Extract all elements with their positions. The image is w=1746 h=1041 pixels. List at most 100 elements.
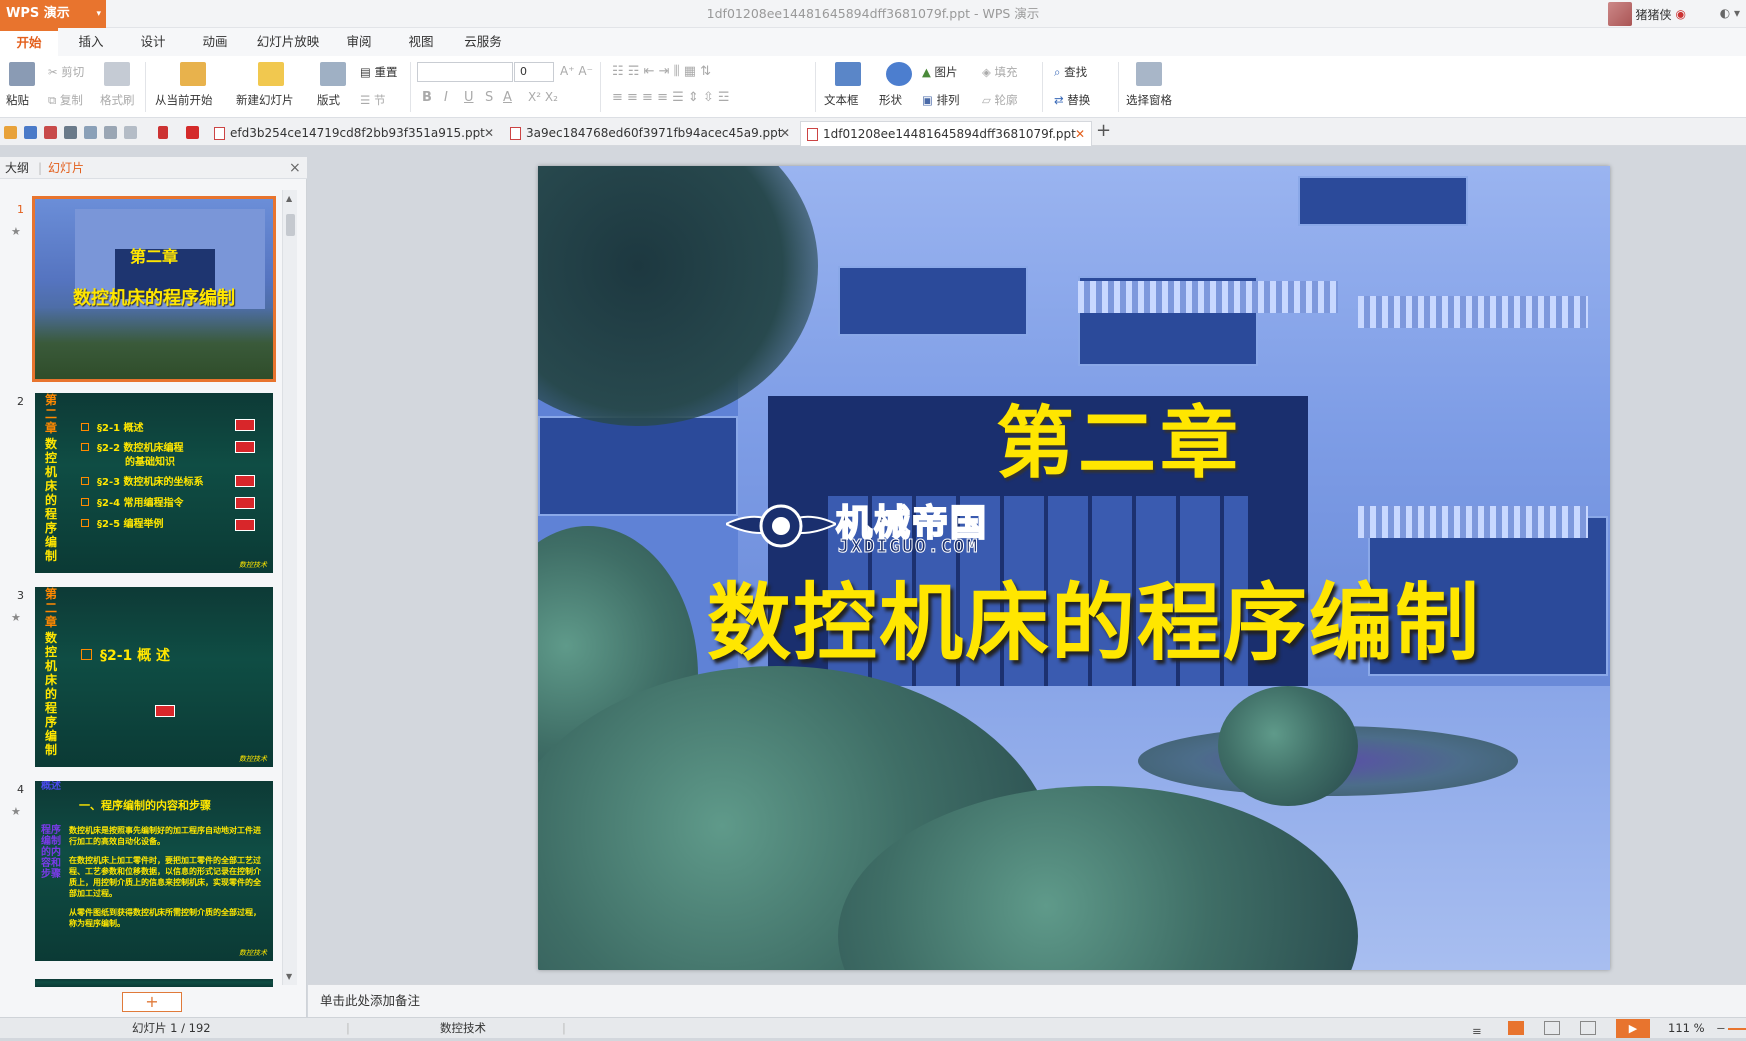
watermark-url: JXDIGUO.COM xyxy=(837,536,980,558)
slideshow-play-icon xyxy=(180,62,206,86)
save-icon[interactable] xyxy=(24,126,37,139)
arrange-button[interactable]: ▣ 排列 xyxy=(922,92,960,108)
notes-toggle-icon[interactable]: ≡ xyxy=(1472,1021,1488,1038)
zoom-slider[interactable] xyxy=(1728,1028,1746,1030)
play-slideshow-button[interactable]: ▶ xyxy=(1616,1019,1650,1038)
user-area[interactable]: 猪猪侠 ◉ xyxy=(1607,2,1686,26)
replace-button[interactable]: ⇄ 替换 xyxy=(1054,92,1090,108)
scroll-up-icon[interactable]: ▲ xyxy=(286,194,292,203)
gear-wings-icon xyxy=(723,504,839,548)
chevron-down-icon: ▾ xyxy=(96,9,101,19)
bullet-list-icon[interactable]: ☷ ☶ ⇤ ⇥ ⫼ ▦ ⇅ xyxy=(612,64,711,79)
slide-subtitle[interactable]: 数控机床的程序编制 xyxy=(538,556,1610,677)
font-name-select[interactable] xyxy=(417,62,513,82)
thumb-heading: 一、程序编制的内容和步骤 xyxy=(79,799,211,812)
ppt-file-icon xyxy=(807,128,818,141)
tab-home[interactable]: 开始 xyxy=(0,28,58,56)
thumb-vertical-title: 概述 程序编制的内容和步骤 xyxy=(41,781,61,961)
thumb-title: 第二章 xyxy=(129,247,178,266)
scroll-down-icon[interactable]: ▼ xyxy=(286,972,292,981)
panel-scrollbar[interactable]: ▲ ▼ xyxy=(282,190,297,985)
bold-button[interactable]: B xyxy=(422,90,432,105)
app-menu-button[interactable]: WPS 演示 ▾ xyxy=(0,0,106,28)
find-button[interactable]: ⌕ 查找 xyxy=(1054,64,1087,80)
print-preview-icon[interactable] xyxy=(84,126,97,139)
picture-button[interactable]: ▲ 图片 xyxy=(922,64,958,80)
tab-outline[interactable]: 大纲 xyxy=(5,157,29,179)
tab-view[interactable]: 视图 xyxy=(392,28,450,56)
slide-title[interactable]: 第二章 xyxy=(538,381,1610,493)
slide-window xyxy=(838,266,1028,336)
current-slide[interactable]: 第二章 机械帝国 JXDIGUO.COM 数控机床的程序编制 xyxy=(538,166,1610,970)
tab-design[interactable]: 设计 xyxy=(124,28,182,56)
selection-pane-button[interactable]: 选择窗格 xyxy=(1126,92,1172,108)
slide-sorter-icon[interactable] xyxy=(1544,1021,1560,1035)
slide-bush xyxy=(1218,686,1358,806)
outline-button[interactable]: ▱ 轮廓 xyxy=(982,92,1018,108)
panel-header: 大纲 | 幻灯片 × xyxy=(0,157,307,179)
scroll-thumb[interactable] xyxy=(286,214,295,236)
open-icon[interactable] xyxy=(4,126,17,139)
tab-cloud[interactable]: 云服务 xyxy=(454,28,512,56)
zoom-out-icon[interactable]: − xyxy=(1716,1018,1726,1038)
redo-icon[interactable] xyxy=(124,126,137,139)
close-icon[interactable]: × xyxy=(289,157,301,179)
wps-logo-icon xyxy=(186,126,199,139)
paste-button[interactable]: 粘贴 xyxy=(6,92,29,108)
tab-animation[interactable]: 动画 xyxy=(186,28,244,56)
textbox-button[interactable]: 文本框 xyxy=(824,92,859,108)
outline-icon: ▱ xyxy=(982,93,991,107)
tab-insert[interactable]: 插入 xyxy=(62,28,120,56)
star-icon[interactable]: ★ xyxy=(11,805,21,818)
doc-tab-2[interactable]: 3a9ec184768ed60f3971fb94acec45a9.ppt ✕ xyxy=(504,121,796,146)
slide-thumb-4[interactable]: 概述 程序编制的内容和步骤 一、程序编制的内容和步骤 数控机床是按照事先编制好的… xyxy=(35,781,273,961)
new-tab-plus-icon[interactable]: + xyxy=(1096,120,1111,141)
font-color-button[interactable]: A xyxy=(503,90,512,105)
doc-tab-1[interactable]: efd3b254ce14719cd8f2bb93f351a915.ppt ✕ xyxy=(208,121,500,146)
thumb-subtitle: 数控机床的程序编制 xyxy=(73,288,235,309)
customize-icon[interactable] xyxy=(158,126,168,139)
doc-tab-3-active[interactable]: 1df01208ee14481645894dff3681079f.ppt ✕ xyxy=(800,121,1092,146)
new-slide-button[interactable]: 新建幻灯片 xyxy=(236,92,294,108)
cut-button[interactable]: ✂ 剪切 xyxy=(48,64,84,80)
slide-thumb-5[interactable] xyxy=(35,979,273,987)
close-icon[interactable]: ✕ xyxy=(484,121,494,145)
shape-button[interactable]: 形状 xyxy=(879,92,902,108)
reading-view-icon[interactable] xyxy=(1580,1021,1596,1035)
slide-thumb-3[interactable]: 第二章 数控机床的程序编制 §2-1 概 述 数控技术 xyxy=(35,587,273,767)
superscript-subscript-icon[interactable]: X² X₂ xyxy=(528,90,558,104)
undo-icon[interactable] xyxy=(104,126,117,139)
slide-thumb-2[interactable]: 第二章 数控机床的程序编制 §2-1 概述 §2-2 数控机床编程 的基础知识 … xyxy=(35,393,273,573)
strikethrough-button[interactable]: S xyxy=(485,90,493,105)
italic-button[interactable]: I xyxy=(444,90,448,105)
tab-slides[interactable]: 幻灯片 xyxy=(48,157,84,179)
zoom-level[interactable]: 111 % xyxy=(1668,1018,1705,1038)
underline-button[interactable]: U xyxy=(464,90,474,105)
font-size-select[interactable]: 0 xyxy=(514,62,554,82)
layout-button[interactable]: 版式 xyxy=(317,92,340,108)
star-icon[interactable]: ★ xyxy=(11,225,21,238)
print-icon[interactable] xyxy=(64,126,77,139)
align-icons[interactable]: ≡ ≡ ≡ ≡ ☰ ⇕ ⇳ ☲ xyxy=(612,90,730,105)
section-button[interactable]: ☰ 节 xyxy=(360,92,385,108)
from-current-button[interactable]: 从当前开始 xyxy=(155,92,213,108)
list-item: §2-4 常用编程指令 xyxy=(81,494,184,509)
star-icon[interactable]: ★ xyxy=(11,611,21,624)
shape-icon xyxy=(886,62,912,86)
normal-view-icon[interactable] xyxy=(1508,1021,1524,1035)
notes-input[interactable]: 单击此处添加备注 xyxy=(308,984,1746,1017)
font-grow-shrink-icon[interactable]: A⁺ A⁻ xyxy=(560,64,593,78)
format-painter-button[interactable]: 格式刷 xyxy=(100,92,135,108)
close-icon[interactable]: ✕ xyxy=(1075,122,1085,146)
notification-icon[interactable]: ◉ xyxy=(1676,7,1686,21)
export-pdf-icon[interactable] xyxy=(44,126,57,139)
tab-slideshow[interactable]: 幻灯片放映 xyxy=(250,28,326,56)
reset-button[interactable]: ▤ 重置 xyxy=(360,64,398,80)
add-slide-button[interactable]: + xyxy=(122,992,182,1012)
window-controls-icon[interactable]: ◐ ▾ xyxy=(1720,6,1740,20)
slide-thumb-1[interactable]: 第二章 数控机床的程序编制 xyxy=(32,196,276,382)
fill-button[interactable]: ◈ 填充 xyxy=(982,64,1018,80)
close-icon[interactable]: ✕ xyxy=(780,121,790,145)
tab-review[interactable]: 审阅 xyxy=(330,28,388,56)
copy-button[interactable]: ⧉ 复制 xyxy=(48,92,83,108)
